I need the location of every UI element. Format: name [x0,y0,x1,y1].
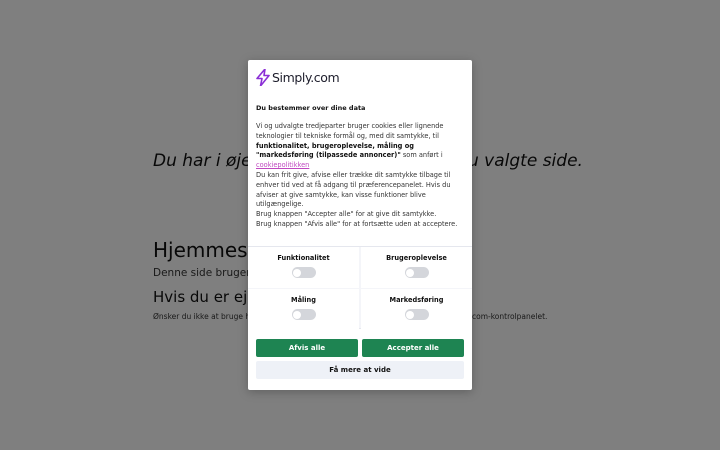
toggle-funktionalitet[interactable] [291,267,316,278]
toggle-label: Brugeroplevelse [386,254,447,262]
dialog-title: Du bestemmer over dine data [256,104,366,112]
learn-more-button[interactable]: Få mere at vide [256,361,464,379]
toggle-label: Måling [291,296,316,304]
reject-all-button[interactable]: Afvis alle [256,339,358,357]
toggle-knob [293,268,301,277]
toggle-label: Markedsføring [389,296,444,304]
toggle-label: Funktionalitet [277,254,330,262]
cookie-policy-link[interactable]: cookiepolitikken [256,161,309,169]
toggle-maaling[interactable] [291,309,316,320]
cookie-consent-dialog: Simply.com Du bestemmer over dine data V… [248,60,472,390]
toggle-knob [406,268,414,277]
body-consent-info: Du kan frit give, afvise eller trække di… [256,170,451,209]
consent-toggles: Funktionalitet Brugeroplevelse Måling Ma… [248,246,472,330]
brand-name: Simply.com [272,69,340,85]
toggle-cell-maaling: Måling [248,289,359,330]
body-purposes: funktionalitet, brugeroplevelse, måling … [256,141,414,160]
toggle-cell-brugeroplevelse: Brugeroplevelse [361,247,472,288]
toggle-knob [293,310,301,319]
body-accept-info: Brug knappen "Accepter alle" for at give… [256,210,437,219]
toggle-knob [406,310,414,319]
body-as-stated: som anført i [402,151,443,160]
toggle-cell-funktionalitet: Funktionalitet [248,247,359,288]
brand-logo: Simply.com [256,68,340,86]
dialog-body: Vi og udvalgte tredjeparter bruger cooki… [256,122,466,230]
lightning-bolt-icon [256,68,270,86]
accept-all-button[interactable]: Accepter alle [362,339,464,357]
body-reject-info: Brug knappen "Afvis alle" for at fortsæt… [256,219,458,228]
toggle-brugeroplevelse[interactable] [404,267,429,278]
body-intro: Vi og udvalgte tredjeparter bruger cooki… [256,122,444,140]
toggle-cell-markedsfoering: Markedsføring [361,289,472,330]
toggle-markedsfoering[interactable] [404,309,429,320]
